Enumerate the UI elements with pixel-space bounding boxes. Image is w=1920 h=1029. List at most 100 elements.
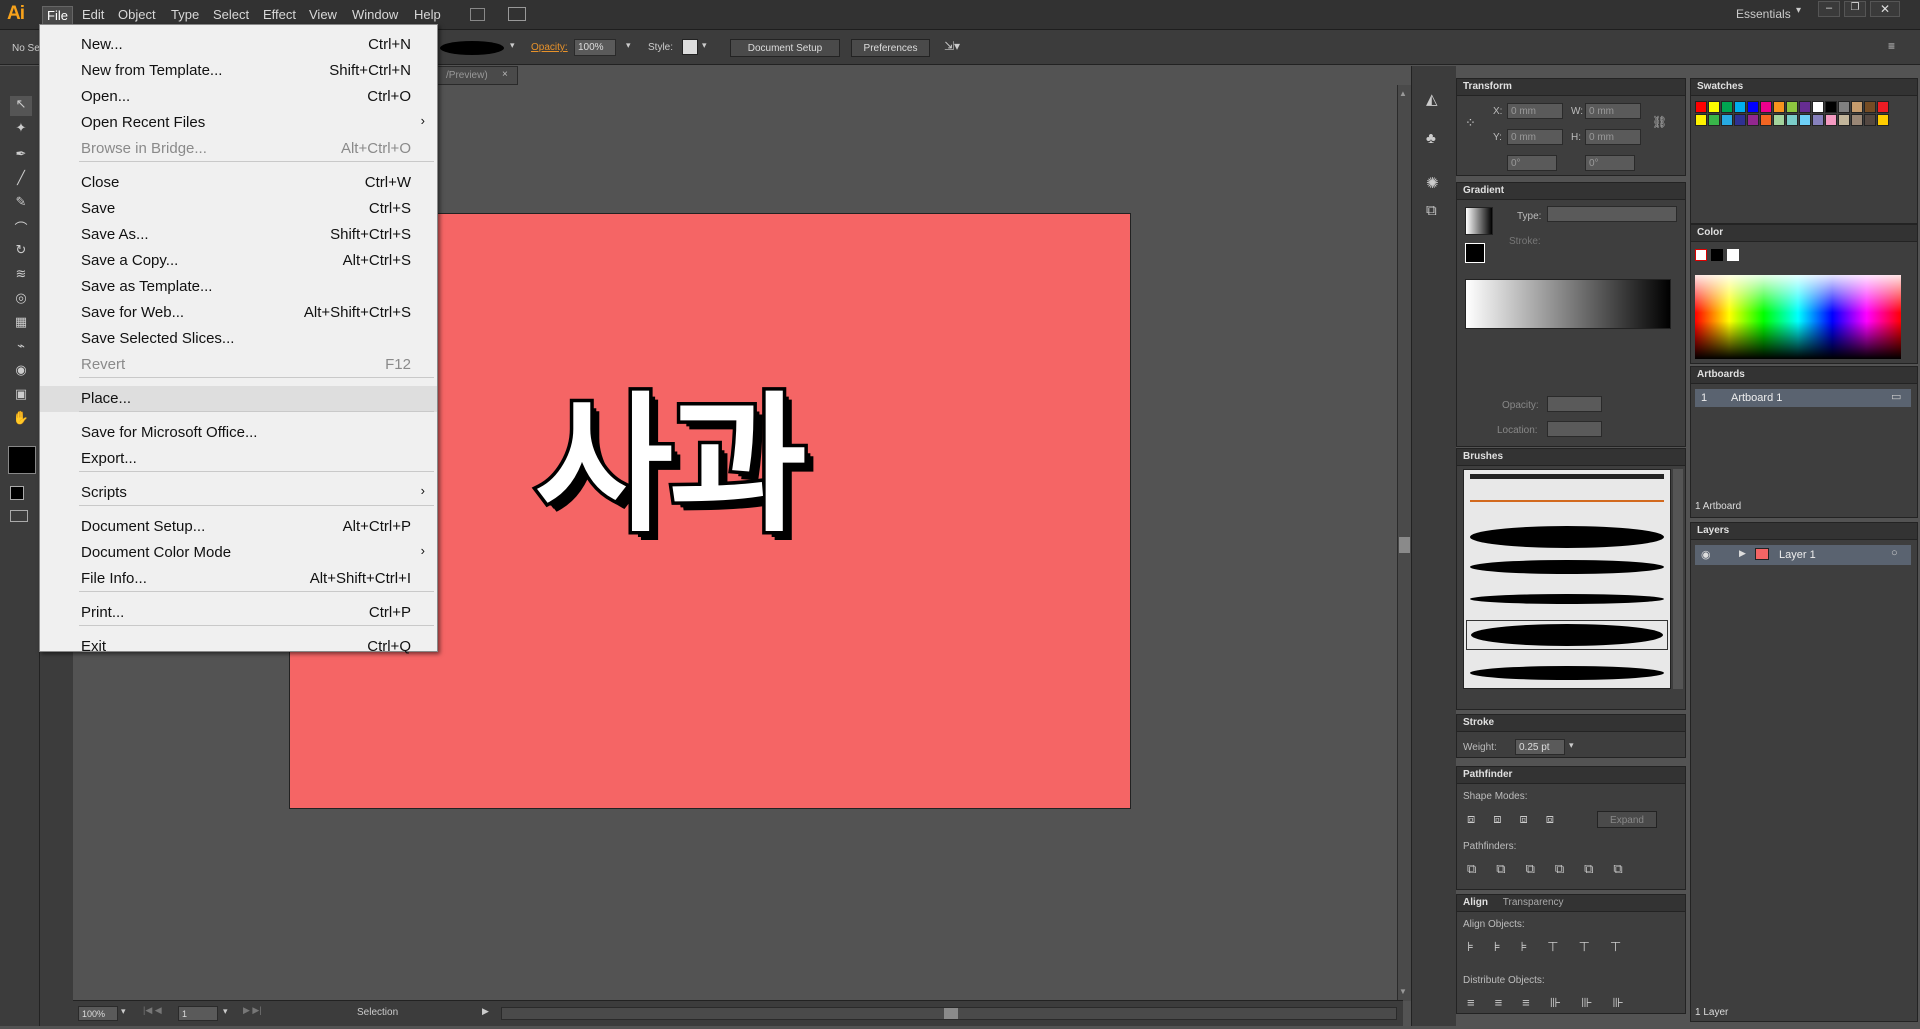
gradient-opacity-input[interactable] — [1547, 396, 1602, 412]
swatch[interactable] — [1812, 114, 1824, 126]
pathfinder-panel-title[interactable]: Pathfinder — [1457, 767, 1685, 784]
white-swatch[interactable] — [1727, 249, 1739, 261]
menu-window[interactable]: Window — [348, 6, 402, 23]
swatch[interactable] — [1799, 101, 1811, 113]
style-swatch[interactable] — [682, 39, 698, 55]
swatch[interactable] — [1760, 101, 1772, 113]
bridge-icon[interactable] — [470, 8, 485, 21]
artboard-row[interactable]: 1 Artboard 1 ▭ — [1695, 389, 1911, 407]
menu-select[interactable]: Select — [209, 6, 253, 23]
file-menu-item[interactable]: Save Selected Slices... — [40, 326, 437, 352]
expand-layer-icon[interactable]: ▶ — [1739, 548, 1746, 559]
file-menu-item[interactable]: Place... — [40, 386, 437, 412]
selection-tool-icon[interactable]: ↖ — [10, 96, 32, 116]
horizontal-scrollbar[interactable] — [501, 1007, 1397, 1020]
file-menu-item[interactable]: Open Recent Files › — [40, 110, 437, 136]
first-page-icon[interactable]: |◀ ◀ — [143, 1005, 162, 1016]
scroll-down-icon[interactable]: ▼ — [1399, 987, 1407, 996]
visibility-eye-icon[interactable]: ◉ — [1701, 548, 1711, 561]
swatch[interactable] — [1877, 114, 1889, 126]
weight-chevron-icon[interactable]: ▾ — [1569, 740, 1574, 751]
menu-file[interactable]: File — [42, 6, 73, 25]
scroll-up-icon[interactable]: ▲ — [1399, 89, 1407, 98]
menu-type[interactable]: Type — [167, 6, 203, 23]
zoom-chevron-icon[interactable]: ▾ — [121, 1006, 126, 1017]
file-menu-item[interactable]: Scripts › — [40, 480, 437, 506]
page-input[interactable]: 1 — [178, 1006, 218, 1021]
fill-color-box[interactable] — [8, 446, 36, 474]
hand-tool-icon[interactable]: ✋ — [10, 410, 32, 430]
magic-wand-icon[interactable]: ✦ — [10, 120, 32, 140]
swatch[interactable] — [1786, 114, 1798, 126]
swatch[interactable] — [1877, 101, 1889, 113]
status-mode[interactable]: Selection — [357, 1007, 398, 1018]
swatches-panel-title[interactable]: Swatches — [1691, 79, 1917, 96]
page-chevron-icon[interactable]: ▾ — [223, 1006, 228, 1017]
expand-button[interactable]: Expand — [1597, 811, 1657, 828]
pathfinder-icons[interactable]: ⧉⧉⧉⧉⧉⧉ — [1467, 861, 1643, 877]
brush-item[interactable] — [1470, 474, 1664, 479]
swatch[interactable] — [1708, 101, 1720, 113]
swatch[interactable] — [1695, 114, 1707, 126]
swatch[interactable] — [1799, 114, 1811, 126]
h-input[interactable]: 0 mm — [1585, 129, 1641, 145]
arrange-icon[interactable]: ⇲▾ — [944, 39, 960, 53]
file-menu-item[interactable]: Export... — [40, 446, 437, 472]
none-swatch[interactable] — [1695, 249, 1707, 261]
swatch[interactable] — [1773, 101, 1785, 113]
distribute-objects-icons[interactable]: ≡≡≡⊪⊪⊪ — [1467, 995, 1644, 1011]
swatch[interactable] — [1734, 101, 1746, 113]
artboards-panel-title[interactable]: Artboards — [1691, 367, 1917, 384]
close-button[interactable]: ✕ — [1870, 1, 1900, 17]
target-icon[interactable]: ○ — [1891, 547, 1898, 559]
swatch[interactable] — [1864, 114, 1876, 126]
x-input[interactable]: 0 mm — [1507, 103, 1563, 119]
brush-scrollbar[interactable] — [1673, 469, 1683, 689]
file-menu-item[interactable]: Close Ctrl+W — [40, 170, 437, 196]
swatch[interactable] — [1760, 114, 1772, 126]
file-menu-item[interactable]: Print... Ctrl+P — [40, 600, 437, 626]
shape-mode-icons[interactable]: ⧈⧈⧈⧈ — [1467, 811, 1572, 827]
file-menu-item[interactable]: Save As... Shift+Ctrl+S — [40, 222, 437, 248]
brush-stroke-preview[interactable] — [440, 41, 504, 55]
shear-input[interactable]: 0° — [1585, 155, 1635, 171]
minimize-button[interactable]: – — [1818, 1, 1840, 17]
layer-row[interactable]: ◉ ▶ Layer 1 ○ — [1695, 545, 1911, 565]
gradient-panel-title[interactable]: Gradient — [1457, 183, 1685, 200]
appearance-icon[interactable]: ✺ — [1426, 174, 1439, 192]
paintbrush-tool-icon[interactable]: ✎ — [10, 194, 32, 214]
color-panel-title[interactable]: Color — [1691, 225, 1917, 242]
swatch-grid[interactable] — [1695, 101, 1901, 199]
gradient-location-input[interactable] — [1547, 421, 1602, 437]
horizontal-scroll-thumb[interactable] — [944, 1008, 958, 1019]
gradient-type-select[interactable] — [1547, 206, 1677, 222]
file-menu-item[interactable]: Exit Ctrl+Q — [40, 634, 437, 660]
vertical-scrollbar[interactable]: ▲ ▼ — [1397, 85, 1411, 1001]
swatch[interactable] — [1838, 101, 1850, 113]
gradient-thumbnail[interactable] — [1465, 207, 1493, 235]
warp-tool-icon[interactable]: ≋ — [10, 266, 32, 286]
document-setup-button[interactable]: Document Setup — [730, 39, 840, 57]
file-menu-item[interactable]: File Info... Alt+Shift+Ctrl+I — [40, 566, 437, 592]
swatch[interactable] — [1747, 101, 1759, 113]
transform-panel-title[interactable]: Transform — [1457, 79, 1685, 96]
swatch[interactable] — [1734, 114, 1746, 126]
w-input[interactable]: 0 mm — [1585, 103, 1641, 119]
opacity-chevron-icon[interactable]: ▾ — [626, 40, 631, 51]
swatch[interactable] — [1825, 114, 1837, 126]
swatch[interactable] — [1721, 101, 1733, 113]
align-objects-icons[interactable]: ⊧⊧⊧⊤⊤⊤ — [1467, 939, 1641, 955]
brush-item[interactable] — [1470, 560, 1664, 574]
swatch[interactable] — [1695, 101, 1707, 113]
menu-edit[interactable]: Edit — [78, 6, 108, 23]
swatch[interactable] — [1851, 114, 1863, 126]
blob-brush-icon[interactable]: ⌒ — [10, 218, 32, 238]
panel-menu-icon[interactable]: ≡ — [1888, 39, 1895, 53]
file-menu-item[interactable]: Save a Copy... Alt+Ctrl+S — [40, 248, 437, 274]
stroke-color-box[interactable] — [10, 486, 24, 500]
brush-item[interactable] — [1470, 666, 1664, 680]
swatch[interactable] — [1812, 101, 1824, 113]
swatch[interactable] — [1851, 101, 1863, 113]
preferences-button[interactable]: Preferences — [851, 39, 930, 57]
menu-object[interactable]: Object — [114, 6, 160, 23]
